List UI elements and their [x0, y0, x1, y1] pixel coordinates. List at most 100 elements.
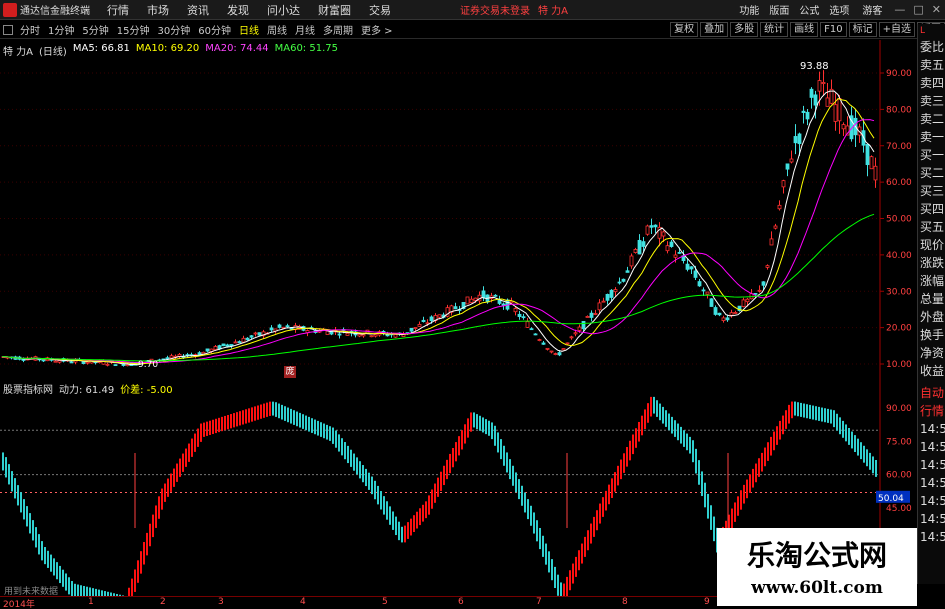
candle-body	[769, 238, 774, 246]
minimize-icon[interactable]: —	[890, 3, 909, 16]
indicator-bar	[32, 520, 34, 541]
menu-formula[interactable]: 公式	[794, 2, 824, 17]
close-icon[interactable]: ✕	[928, 3, 945, 16]
candle-body	[789, 158, 794, 163]
candle-body	[785, 163, 790, 170]
candle-body	[557, 352, 562, 356]
indicator-bar	[194, 433, 196, 452]
y-tick-label: 50.00	[886, 215, 912, 225]
indicator-bar	[683, 430, 685, 447]
indicator-bar	[863, 445, 865, 463]
indicator-bar	[776, 426, 778, 445]
quote-tab-label[interactable]: 行情	[918, 402, 945, 420]
tab-monthly[interactable]: 月线	[291, 22, 319, 37]
candle-body	[873, 165, 878, 181]
time-tick: 5	[382, 597, 388, 607]
quote-label: 卖五	[920, 58, 945, 72]
indicator-bar	[155, 505, 157, 528]
indicator-bar	[584, 536, 586, 557]
indicator-bar	[557, 574, 559, 596]
indicator-bar	[326, 424, 328, 440]
indicator-bar	[572, 563, 574, 584]
indicator-bar	[38, 534, 40, 555]
indicator-bar	[464, 424, 466, 444]
tool-overlay-button[interactable]: 叠加	[700, 22, 729, 37]
indicator-bar	[341, 438, 343, 456]
tick-time: 14:50	[920, 440, 945, 454]
indicator-bar	[518, 479, 520, 500]
menu-item-discover[interactable]: 发现	[218, 2, 258, 18]
kline-chart[interactable]: 90.00 80.00 70.00 60.00 50.00 40.00 30.00 20.00…	[0, 40, 917, 378]
event-badge[interactable]: 庞	[284, 366, 296, 378]
indicator-bar	[713, 516, 715, 542]
indicator-bar	[74, 583, 76, 596]
candle-body	[745, 298, 750, 303]
tool-mark-button[interactable]: 标记	[848, 22, 877, 37]
menu-item-market[interactable]: 行情	[98, 2, 138, 18]
candle-body	[113, 364, 118, 367]
indicator-bar	[614, 472, 616, 492]
tab-weekly[interactable]: 周线	[263, 22, 291, 37]
tab-intraday[interactable]: 分时	[16, 22, 44, 37]
guest-label[interactable]: 游客	[854, 2, 890, 17]
indicator-bar	[611, 478, 613, 498]
menu-item-markets[interactable]: 市场	[138, 2, 178, 18]
tool-multi-stock-button[interactable]: 多股	[730, 22, 759, 37]
menu-options[interactable]: 选项	[824, 2, 854, 17]
indicator-bar	[734, 502, 736, 522]
maximize-icon[interactable]: □	[909, 3, 927, 16]
indicator-bar	[710, 505, 712, 530]
tab-15min[interactable]: 15分钟	[113, 22, 154, 37]
tool-draw-button[interactable]: 画线	[790, 22, 819, 37]
quote-label: 净资	[920, 346, 945, 360]
y-tick-label: 70.00	[886, 142, 912, 152]
tab-30min[interactable]: 30分钟	[153, 22, 194, 37]
indicator-bar	[143, 542, 145, 565]
quote-label: 买二	[920, 166, 945, 180]
candle-body	[677, 252, 682, 254]
auto-label[interactable]: 自动	[918, 384, 945, 402]
y-tick-label: 60.00	[886, 471, 912, 481]
indicator-bar	[323, 423, 325, 439]
tab-5min[interactable]: 5分钟	[78, 22, 112, 37]
indicator-bar	[530, 505, 532, 526]
tool-adjust-button[interactable]: 复权	[670, 22, 699, 37]
indicator-bar	[422, 504, 424, 522]
tool-stats-button[interactable]: 统计	[760, 22, 789, 37]
indicator-bar	[635, 428, 637, 448]
menu-item-trade[interactable]: 交易	[360, 2, 400, 18]
quote-label: 换手	[920, 328, 945, 342]
indicator-bar	[233, 413, 235, 428]
candle-body	[517, 313, 522, 318]
tool-f10-button[interactable]: F10	[820, 22, 847, 37]
checkbox-icon[interactable]	[3, 24, 13, 35]
indicator-bar	[482, 417, 484, 433]
menu-item-ask[interactable]: 问小达	[258, 2, 309, 18]
indicator-bar	[23, 499, 25, 520]
candle-body	[577, 326, 582, 331]
indicator-bar	[131, 578, 133, 596]
indicator-bar	[26, 506, 28, 527]
tool-add-watchlist-button[interactable]: +自选	[878, 22, 915, 37]
trade-status[interactable]: 证券交易未登录	[460, 2, 530, 17]
candle-body	[561, 348, 566, 351]
quote-label: 委比	[920, 40, 945, 54]
candle-body	[753, 293, 758, 295]
panel-toggle-label[interactable]: L	[918, 24, 945, 38]
tab-more[interactable]: 更多 >	[357, 22, 397, 37]
menu-layout[interactable]: 版面	[764, 2, 794, 17]
time-tick: 4	[300, 597, 306, 607]
indicator-bar	[449, 453, 451, 474]
indicator-bar	[458, 436, 460, 456]
menu-item-news[interactable]: 资讯	[178, 2, 218, 18]
menu-function[interactable]: 功能	[734, 2, 764, 17]
menu-item-wealth[interactable]: 财富圈	[309, 2, 360, 18]
current-value-label: 50.04	[878, 494, 904, 504]
tab-60min[interactable]: 60分钟	[194, 22, 235, 37]
tab-1min[interactable]: 1分钟	[44, 22, 78, 37]
candle-body	[709, 298, 714, 307]
indicator-bar	[815, 406, 817, 421]
tab-multi-period[interactable]: 多周期	[319, 22, 357, 37]
tab-daily[interactable]: 日线	[235, 22, 263, 37]
time-tick: 6	[458, 597, 464, 607]
